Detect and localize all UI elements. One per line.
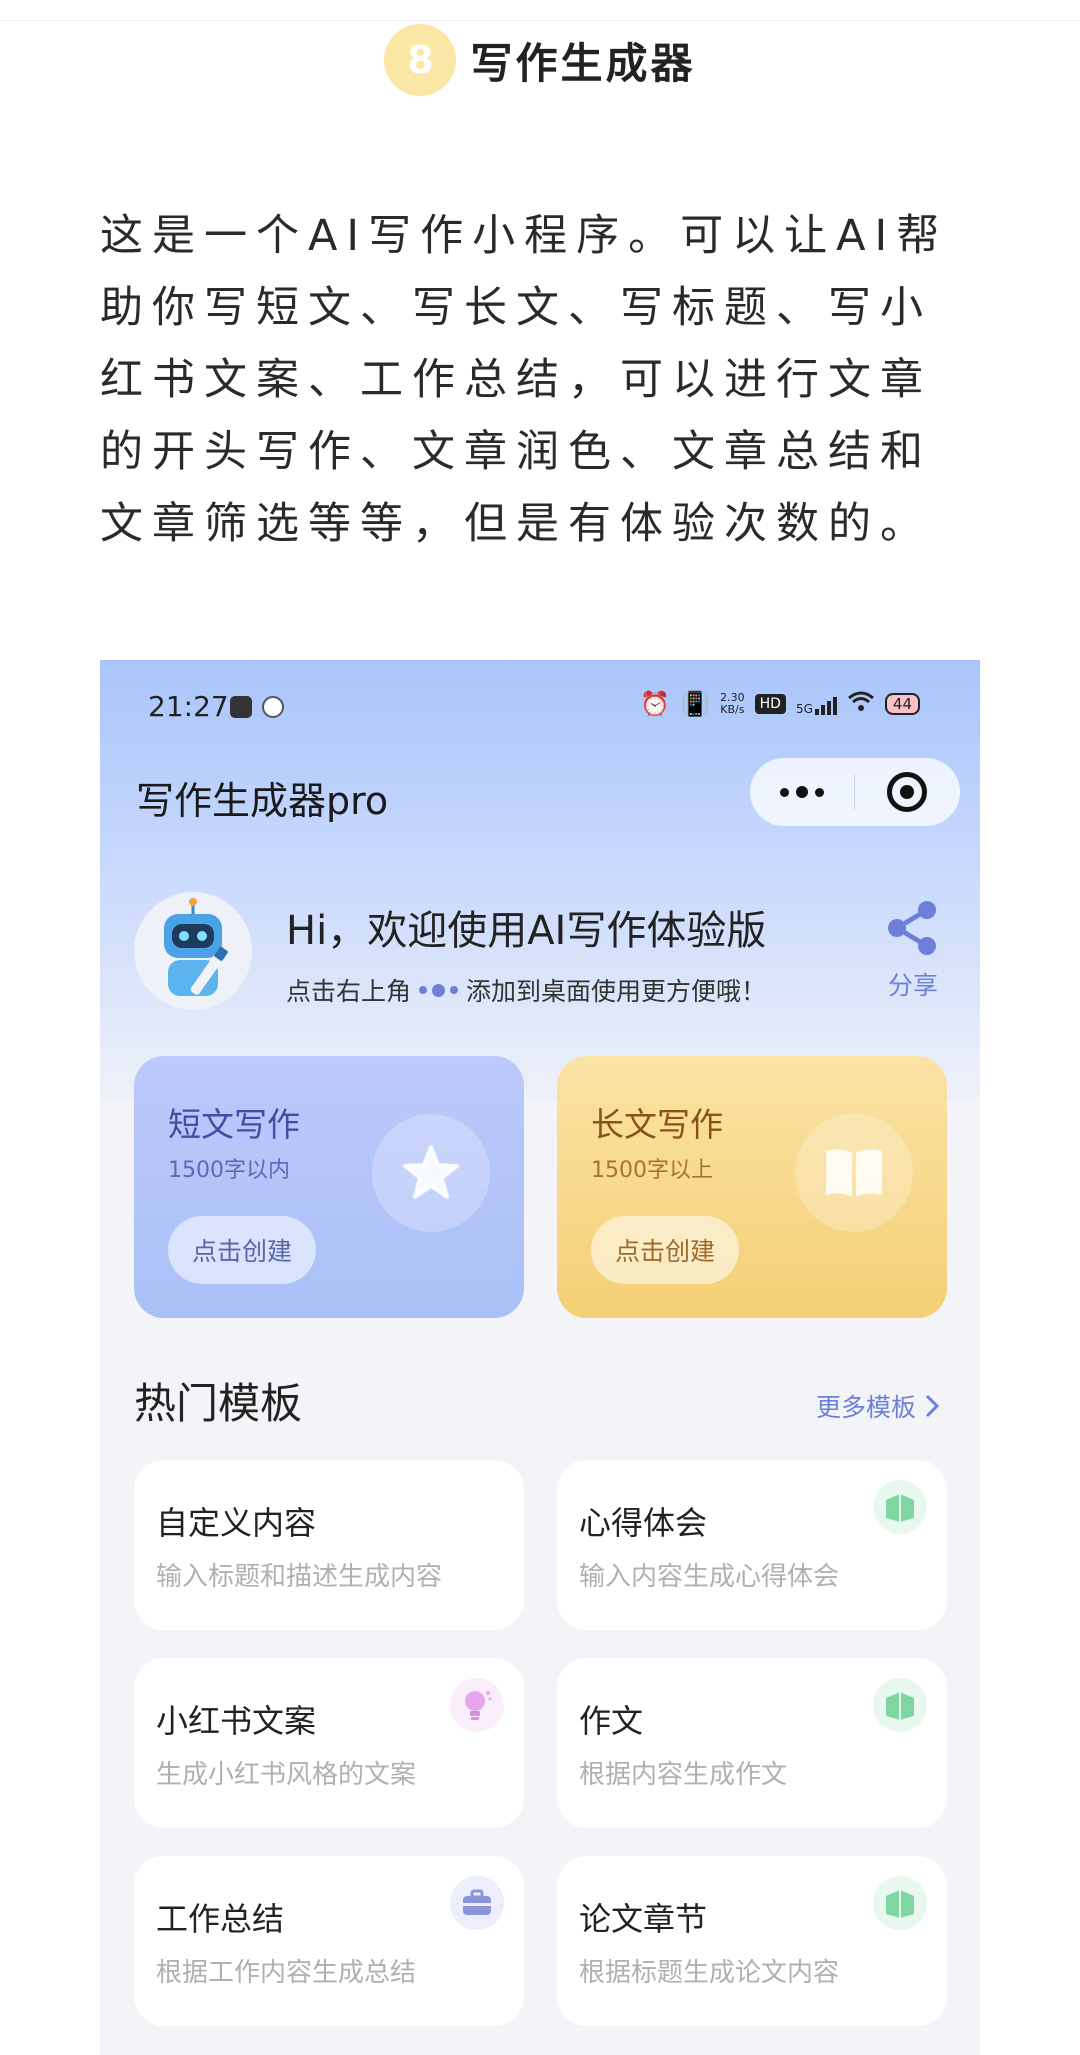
section-number-badge: 8: [384, 24, 457, 96]
robot-avatar: [134, 892, 252, 1010]
template-desc: 根据工作内容生成总结: [156, 1958, 417, 1988]
status-icons: ⏰ 📳 2.30 KB/s HD 5G 44: [640, 690, 920, 718]
share-icon: [888, 901, 936, 955]
status-time: 21:27: [148, 690, 229, 723]
template-desc: 输入标题和描述生成内容: [156, 1562, 443, 1592]
template-title: 小红书文案: [156, 1702, 317, 1740]
notification-app-icon: [262, 696, 284, 718]
open-book-icon: [795, 1114, 913, 1232]
status-bar: 21:27 ⏰ 📳 2.30 KB/s HD 5G 44: [100, 660, 980, 750]
card-title: 长文写作: [591, 1105, 723, 1144]
menu-dots-icon: [419, 983, 459, 997]
template-card-thesis[interactable]: 论文章节 根据标题生成论文内容: [557, 1856, 947, 2026]
article-paragraph: 这是一个AI写作小程序。可以让AI帮助你写短文、写长文、写标题、写小红书文案、工…: [100, 211, 949, 549]
battery-icon: 44: [884, 693, 920, 715]
book-icon: [873, 1678, 927, 1732]
long-writing-card[interactable]: 长文写作 1500字以上 点击创建: [557, 1056, 947, 1318]
template-card-xiaohongshu[interactable]: 小红书文案 生成小红书风格的文案: [134, 1658, 524, 1828]
more-templates-link[interactable]: 更多模板: [816, 1388, 940, 1424]
section-title: 写作生成器: [470, 38, 696, 88]
more-menu-button[interactable]: [750, 786, 854, 798]
template-card-essay[interactable]: 作文 根据内容生成作文: [557, 1658, 947, 1828]
share-button[interactable]: 分享: [878, 898, 948, 1002]
welcome-title: Hi，欢迎使用AI写作体验版: [286, 908, 767, 954]
card-subtitle: 1500字以上: [591, 1158, 713, 1183]
vibrate-icon: 📳: [680, 690, 711, 718]
card-subtitle: 1500字以内: [168, 1158, 290, 1183]
share-label: 分享: [887, 971, 938, 1000]
book-icon: [873, 1480, 927, 1534]
star-icon: [372, 1114, 490, 1232]
create-long-button[interactable]: 点击创建: [591, 1216, 739, 1284]
short-writing-card[interactable]: 短文写作 1500字以内 点击创建: [134, 1056, 524, 1318]
alarm-icon: ⏰: [640, 690, 671, 718]
template-title: 自定义内容: [156, 1504, 317, 1542]
template-card-reflection[interactable]: 心得体会 输入内容生成心得体会: [557, 1460, 947, 1630]
wifi-icon: [847, 690, 875, 718]
signal-5g-icon: 5G: [796, 693, 837, 715]
welcome-subtitle: 点击右上角 添加到桌面使用更方便哦！: [286, 977, 767, 1006]
template-desc: 输入内容生成心得体会: [579, 1562, 840, 1592]
card-title: 短文写作: [168, 1105, 300, 1144]
section-header: 8 写作生成器: [0, 20, 1080, 100]
book-icon: [873, 1876, 927, 1930]
net-speed: 2.30 KB/s: [720, 691, 745, 716]
edit-app-icon: [230, 696, 252, 718]
create-short-button[interactable]: 点击创建: [168, 1216, 316, 1284]
template-desc: 生成小红书风格的文案: [156, 1760, 417, 1790]
template-title: 工作总结: [156, 1900, 285, 1938]
template-title: 论文章节: [579, 1900, 708, 1938]
chevron-right-icon: [925, 1394, 940, 1418]
template-title: 心得体会: [579, 1504, 708, 1542]
app-title: 写作生成器pro: [136, 779, 389, 823]
hot-templates-heading: 热门模板: [134, 1379, 303, 1428]
briefcase-icon: [450, 1876, 504, 1930]
mini-program-capsule: [750, 758, 960, 826]
template-title: 作文: [579, 1702, 644, 1740]
template-card-work-summary[interactable]: 工作总结 根据工作内容生成总结: [134, 1856, 524, 2026]
hd-badge: HD: [754, 694, 786, 714]
phone-screenshot: 21:27 ⏰ 📳 2.30 KB/s HD 5G 44 写作生成器pro Hi…: [100, 660, 980, 2055]
template-desc: 根据内容生成作文: [579, 1760, 788, 1790]
template-desc: 根据标题生成论文内容: [579, 1958, 840, 1988]
template-card-custom[interactable]: 自定义内容 输入标题和描述生成内容: [134, 1460, 524, 1630]
bulb-icon: [450, 1678, 504, 1732]
close-target-button[interactable]: [855, 772, 959, 812]
